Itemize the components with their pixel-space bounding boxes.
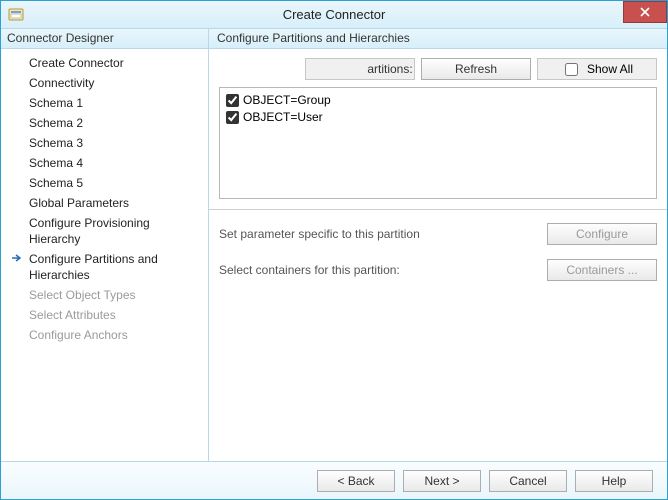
sidebar-item-label: Configure Provisioning Hierarchy: [29, 216, 150, 246]
main-header: Configure Partitions and Hierarchies: [209, 29, 667, 49]
sidebar-item[interactable]: Schema 2: [1, 113, 208, 133]
show-all-checkbox[interactable]: [565, 63, 578, 76]
list-item[interactable]: OBJECT=Group: [226, 92, 650, 109]
arrow-right-icon: [11, 252, 23, 264]
configure-row: Set parameter specific to this partition…: [219, 223, 657, 245]
sidebar-item[interactable]: Create Connector: [1, 53, 208, 73]
app-icon: [7, 6, 25, 24]
show-all-label: Show All: [587, 62, 633, 76]
window-title: Create Connector: [1, 7, 667, 22]
sidebar-item-label: Schema 3: [29, 136, 83, 150]
help-button[interactable]: Help: [575, 470, 653, 492]
sidebar-item: Configure Anchors: [1, 325, 208, 345]
divider: [209, 209, 667, 211]
sidebar-item-label: Schema 4: [29, 156, 83, 170]
sidebar-item-label: Schema 5: [29, 176, 83, 190]
footer: < Back Next > Cancel Help: [1, 461, 667, 499]
show-all-wrap[interactable]: Show All: [537, 58, 657, 80]
sidebar-item-label: Create Connector: [29, 56, 124, 70]
sidebar-item: Select Object Types: [1, 285, 208, 305]
list-item[interactable]: OBJECT=User: [226, 109, 650, 126]
sidebar-item[interactable]: Schema 3: [1, 133, 208, 153]
sidebar: Connector Designer Create Connector Conne…: [1, 29, 209, 461]
back-button[interactable]: < Back: [317, 470, 395, 492]
next-button[interactable]: Next >: [403, 470, 481, 492]
sidebar-item[interactable]: Connectivity: [1, 73, 208, 93]
sidebar-item[interactable]: Configure Partitions and Hierarchies: [1, 249, 208, 285]
containers-button[interactable]: Containers ...: [547, 259, 657, 281]
configure-button[interactable]: Configure: [547, 223, 657, 245]
sidebar-item-label: Connectivity: [29, 76, 94, 90]
toolbar: artitions: Refresh Show All: [219, 57, 657, 81]
containers-row: Select containers for this partition: Co…: [219, 259, 657, 281]
sidebar-item[interactable]: Configure Provisioning Hierarchy: [1, 213, 208, 249]
sidebar-list: Create Connector Connectivity Schema 1 Sche…: [1, 49, 208, 345]
sidebar-header: Connector Designer: [1, 29, 208, 49]
partition-label: OBJECT=User: [243, 109, 323, 126]
sidebar-item-label: Schema 1: [29, 96, 83, 110]
main-body: artitions: Refresh Show All OBJECT=Group…: [209, 49, 667, 461]
partition-label: OBJECT=Group: [243, 92, 331, 109]
sidebar-item: Select Attributes: [1, 305, 208, 325]
content-area: Connector Designer Create Connector Conne…: [1, 29, 667, 461]
sidebar-item[interactable]: Schema 1: [1, 93, 208, 113]
title-bar: Create Connector: [1, 1, 667, 29]
sidebar-item-label: Configure Partitions and Hierarchies: [29, 252, 158, 282]
containers-label: Select containers for this partition:: [219, 263, 400, 277]
main-panel: Configure Partitions and Hierarchies art…: [209, 29, 667, 461]
partitions-label: artitions:: [305, 58, 415, 80]
configure-label: Set parameter specific to this partition: [219, 227, 420, 241]
sidebar-item-label: Schema 2: [29, 116, 83, 130]
close-button[interactable]: [623, 1, 667, 23]
partitions-listbox[interactable]: OBJECT=GroupOBJECT=User: [219, 87, 657, 199]
partition-checkbox[interactable]: [226, 111, 239, 124]
sidebar-item-label: Configure Anchors: [29, 328, 128, 342]
sidebar-item-label: Global Parameters: [29, 196, 129, 210]
refresh-button[interactable]: Refresh: [421, 58, 531, 80]
partition-checkbox[interactable]: [226, 94, 239, 107]
sidebar-item-label: Select Attributes: [29, 308, 116, 322]
sidebar-item[interactable]: Schema 5: [1, 173, 208, 193]
sidebar-item[interactable]: Schema 4: [1, 153, 208, 173]
cancel-button[interactable]: Cancel: [489, 470, 567, 492]
sidebar-item-label: Select Object Types: [29, 288, 136, 302]
close-icon: [640, 7, 650, 17]
sidebar-item[interactable]: Global Parameters: [1, 193, 208, 213]
